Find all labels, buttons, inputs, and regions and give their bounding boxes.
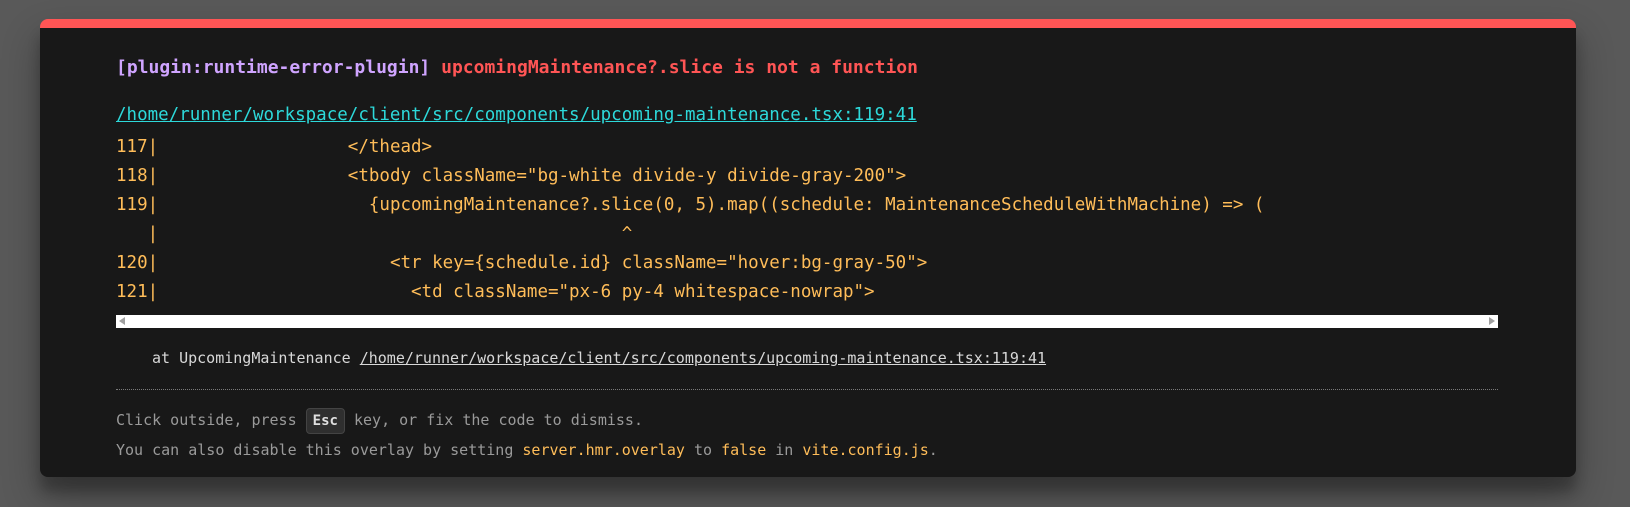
code-line: 120| <tr key={schedule.id} className="ho… (116, 253, 928, 273)
code-line: 121| <td className="px-6 py-4 whitespace… (116, 282, 875, 302)
line-code: <tr key={schedule.id} className="hover:b… (158, 253, 928, 273)
line-number (116, 224, 148, 244)
tip-text: key, or fix the code to dismiss. (344, 411, 643, 429)
stack-trace: at UpcomingMaintenance /home/runner/work… (152, 349, 1046, 367)
code-line: 118| <tbody className="bg-white divide-y… (116, 166, 907, 186)
config-file: vite.config.js (802, 441, 929, 459)
setting-name: server.hmr.overlay (522, 441, 685, 459)
error-overlay: [plugin:runtime-error-plugin] upcomingMa… (40, 19, 1576, 477)
error-file-link[interactable]: /home/runner/workspace/client/src/compon… (116, 105, 917, 125)
tip-text: to (684, 441, 722, 459)
config-tip: You can also disable this overlay by set… (116, 441, 938, 459)
esc-key: Esc (305, 408, 345, 434)
setting-value: false (721, 441, 767, 459)
line-number: 118 (116, 166, 148, 186)
caret-pointer: ^ (158, 224, 633, 244)
line-code: </thead> (158, 137, 433, 157)
tip-text: . (928, 441, 938, 459)
tip-text: You can also disable this overlay by set… (116, 441, 523, 459)
line-code: <tbody className="bg-white divide-y divi… (158, 166, 907, 186)
line-number: 119 (116, 195, 148, 215)
dismiss-tip: Click outside, press Esc key, or fix the… (116, 408, 643, 434)
error-message: [plugin:runtime-error-plugin] upcomingMa… (116, 57, 918, 78)
plugin-name: [plugin:runtime-error-plugin] (116, 57, 431, 78)
line-code: {upcomingMaintenance?.slice(0, 5).map((s… (158, 195, 1265, 215)
tip-text: Click outside, press (116, 411, 306, 429)
tip-text: in (766, 441, 803, 459)
code-line-error: 119| {upcomingMaintenance?.slice(0, 5).m… (116, 195, 1265, 215)
scroll-right-arrow-icon[interactable] (1489, 317, 1495, 325)
error-pointer-line: | ^ (116, 219, 633, 249)
line-number: 120 (116, 253, 148, 273)
code-frame: 117| </thead> 118| <tbody className="bg-… (116, 132, 1498, 329)
horizontal-scrollbar[interactable] (116, 315, 1498, 328)
code-line: 117| </thead> (116, 137, 433, 157)
line-number: 117 (116, 137, 148, 157)
scroll-left-arrow-icon[interactable] (119, 317, 125, 325)
error-text: upcomingMaintenance?.slice is not a func… (441, 57, 918, 78)
line-number: 121 (116, 282, 148, 302)
stack-file-link[interactable]: /home/runner/workspace/client/src/compon… (360, 349, 1046, 367)
divider (116, 389, 1498, 390)
stack-prefix: at UpcomingMaintenance (152, 349, 360, 367)
line-code: <td className="px-6 py-4 whitespace-nowr… (158, 282, 875, 302)
